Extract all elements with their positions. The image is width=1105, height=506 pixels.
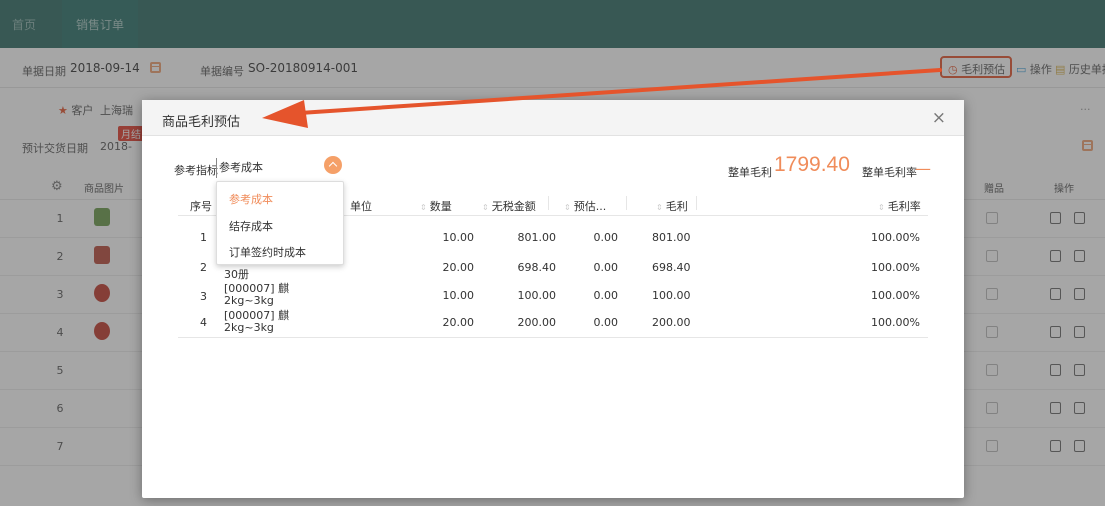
annotation-arrow (262, 68, 942, 128)
